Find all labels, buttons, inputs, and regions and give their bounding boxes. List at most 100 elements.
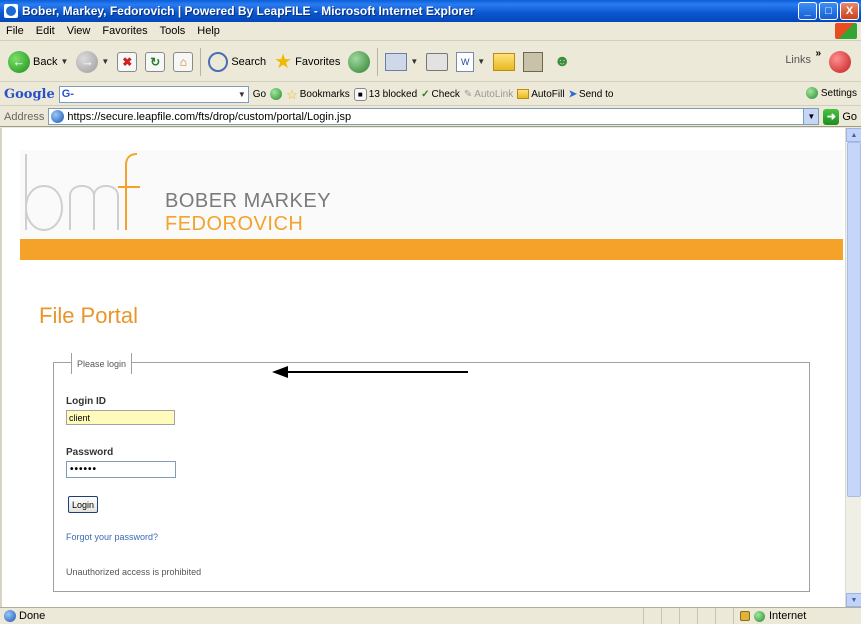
address-label: Address bbox=[4, 110, 45, 123]
address-input[interactable]: https://secure.leapfile.com/fts/drop/cus… bbox=[48, 108, 820, 125]
toolbar-separator bbox=[377, 47, 379, 76]
mail-button[interactable]: ▼ bbox=[381, 47, 422, 77]
login-id-input[interactable]: client bbox=[66, 410, 175, 425]
status-pane bbox=[643, 608, 661, 624]
company-name-line2: FEDOROVICH bbox=[165, 213, 304, 235]
status-pane bbox=[715, 608, 733, 624]
back-dropdown-icon[interactable]: ▼ bbox=[60, 57, 68, 66]
password-input[interactable]: •••••• bbox=[66, 461, 176, 478]
print-button[interactable] bbox=[422, 47, 452, 77]
google-search-dropdown-icon[interactable]: ▼ bbox=[238, 90, 246, 99]
password-label: Password bbox=[66, 447, 114, 458]
google-go-button[interactable]: Go bbox=[253, 89, 266, 100]
bookmarks-label: Bookmarks bbox=[299, 88, 350, 100]
status-pane bbox=[679, 608, 697, 624]
company-name-line1: BOBER MARKEY bbox=[165, 190, 332, 212]
popup-blocked-icon: ■ bbox=[353, 87, 367, 101]
scroll-down-icon[interactable]: ▼ bbox=[846, 593, 861, 607]
menu-favorites[interactable]: Favorites bbox=[96, 25, 153, 37]
mail-icon bbox=[385, 52, 408, 71]
blocked-label: 13 blocked bbox=[368, 88, 418, 100]
forgot-password-link[interactable]: Forgot your password? bbox=[66, 532, 158, 542]
links-label[interactable]: Links bbox=[785, 54, 811, 66]
sendto-button[interactable]: ➤ Send to bbox=[569, 89, 614, 100]
back-button[interactable]: ← Back ▼ bbox=[4, 47, 72, 77]
forward-button[interactable]: → ▼ bbox=[72, 47, 113, 77]
google-toolbar: Google G- ▼ Go ☆ Bookmarks ■ 13 blocked ✓ C… bbox=[0, 83, 861, 106]
autolink-label: AutoLink bbox=[474, 88, 514, 100]
settings-label: Settings bbox=[820, 87, 857, 99]
internet-globe-icon bbox=[754, 610, 765, 622]
spellcheck-icon: ✓ bbox=[421, 88, 430, 100]
home-button[interactable]: ⌂ bbox=[169, 47, 197, 77]
home-icon: ⌂ bbox=[173, 51, 194, 72]
status-pane bbox=[697, 608, 715, 624]
toolbar-separator bbox=[200, 47, 202, 76]
links-chevron-icon[interactable]: » bbox=[815, 48, 821, 59]
autofill-label: AutoFill bbox=[531, 88, 565, 100]
pagerank-icon bbox=[270, 88, 283, 100]
google-bookmarks-button[interactable]: ☆ Bookmarks bbox=[286, 88, 350, 101]
unauthorized-notice: Unauthorized access is prohibited bbox=[66, 567, 202, 577]
window-title: Bober, Markey, Fedorovich | Powered By L… bbox=[22, 4, 475, 18]
minimize-button[interactable]: _ bbox=[798, 2, 817, 20]
menu-help[interactable]: Help bbox=[191, 25, 226, 37]
login-button[interactable]: Login bbox=[68, 496, 98, 513]
status-text: Done bbox=[19, 609, 46, 622]
windows-flag-icon bbox=[835, 23, 857, 39]
search-label: Search bbox=[231, 55, 267, 68]
messenger-button[interactable]: ☻ bbox=[547, 47, 577, 77]
close-button[interactable]: X bbox=[840, 2, 859, 20]
sendto-icon: ➤ bbox=[568, 88, 577, 100]
menu-file[interactable]: File bbox=[0, 25, 30, 37]
popup-blocker-button[interactable]: ■ 13 blocked bbox=[353, 87, 418, 101]
favorites-label: Favorites bbox=[295, 55, 341, 68]
forward-dropdown-icon[interactable]: ▼ bbox=[101, 57, 109, 66]
address-dropdown-icon[interactable]: ▼ bbox=[803, 109, 819, 124]
autofill-button[interactable]: AutoFill bbox=[517, 88, 565, 100]
bookmarks-star-icon: ☆ bbox=[286, 86, 298, 102]
stop-button[interactable]: ✖ bbox=[113, 47, 141, 77]
google-settings-button[interactable]: Settings bbox=[805, 87, 857, 99]
maximize-button[interactable]: □ bbox=[819, 2, 838, 20]
edit-dropdown-icon[interactable]: ▼ bbox=[477, 57, 485, 66]
menu-bar: File Edit View Favorites Tools Help bbox=[0, 22, 861, 41]
vertical-scrollbar[interactable]: ▲ ▼ bbox=[845, 128, 861, 607]
scroll-thumb[interactable] bbox=[847, 142, 861, 497]
go-arrow-icon: ➜ bbox=[823, 108, 840, 125]
research-button[interactable] bbox=[519, 47, 547, 77]
login-id-label: Login ID bbox=[66, 396, 106, 407]
brand-orange-band bbox=[20, 239, 843, 260]
menu-edit[interactable]: Edit bbox=[30, 25, 61, 37]
address-go-button[interactable]: ➜ Go bbox=[823, 108, 857, 125]
print-icon bbox=[426, 52, 449, 71]
mail-dropdown-icon[interactable]: ▼ bbox=[410, 57, 418, 66]
standard-toolbar: ← Back ▼ → ▼ ✖ ↻ ⌂ Search ★ Favorites ▼ … bbox=[0, 42, 861, 82]
zone-text: Internet bbox=[769, 610, 807, 622]
settings-icon bbox=[805, 87, 818, 99]
refresh-button[interactable]: ↻ bbox=[141, 47, 169, 77]
autolink-button[interactable]: ✎ AutoLink bbox=[464, 89, 513, 100]
favorites-button[interactable]: ★ Favorites bbox=[270, 47, 344, 77]
forward-arrow-icon: → bbox=[76, 50, 99, 73]
lock-icon bbox=[740, 611, 750, 621]
security-zone-pane: Internet bbox=[733, 608, 861, 624]
back-arrow-icon: ← bbox=[8, 50, 30, 73]
folder-button[interactable] bbox=[489, 47, 519, 77]
spellcheck-button[interactable]: ✓ Check bbox=[421, 89, 460, 100]
scroll-up-icon[interactable]: ▲ bbox=[846, 128, 861, 142]
back-label: Back bbox=[33, 55, 58, 68]
toolbar-extension-icon[interactable] bbox=[829, 51, 851, 73]
address-url: https://secure.leapfile.com/fts/drop/cus… bbox=[67, 110, 352, 123]
search-button[interactable]: Search bbox=[204, 47, 270, 77]
history-button[interactable] bbox=[344, 47, 374, 77]
menu-view[interactable]: View bbox=[61, 25, 97, 37]
menu-tools[interactable]: Tools bbox=[154, 25, 192, 37]
address-go-label: Go bbox=[842, 110, 857, 123]
google-search-input[interactable]: G- ▼ bbox=[58, 85, 249, 103]
google-logo[interactable]: Google bbox=[4, 87, 55, 102]
ie-app-icon bbox=[4, 4, 18, 18]
edit-button[interactable]: W ▼ bbox=[452, 47, 489, 77]
address-bar: Address https://secure.leapfile.com/fts/… bbox=[0, 107, 861, 127]
history-icon bbox=[348, 50, 371, 73]
